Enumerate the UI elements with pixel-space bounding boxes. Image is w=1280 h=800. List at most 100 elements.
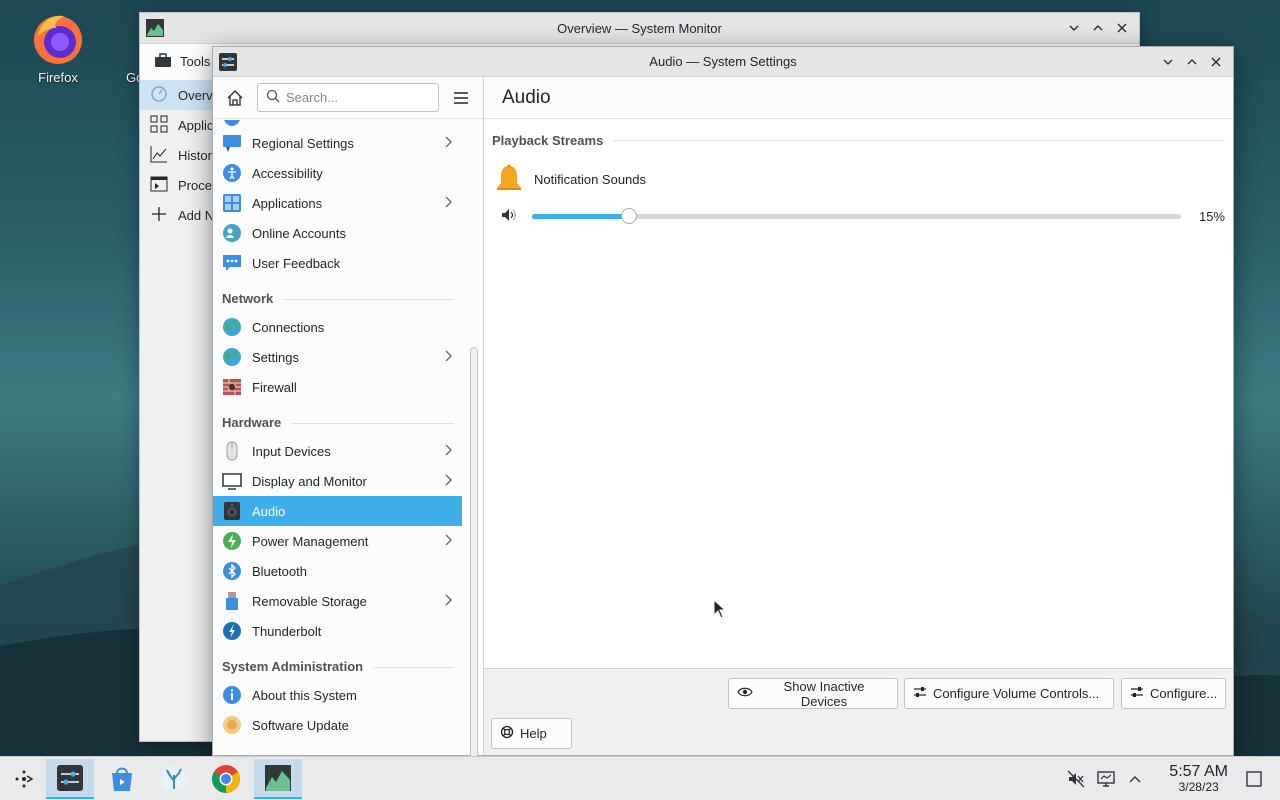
nav-item-user-feedback[interactable]: User Feedback xyxy=(213,248,462,278)
nav-item-label: Power Management xyxy=(252,533,369,549)
nav-item-connections[interactable]: Connections xyxy=(213,312,462,342)
task-system-monitor[interactable] xyxy=(254,759,302,799)
desktop-icon-label: Go xyxy=(126,70,140,85)
task-chrome[interactable] xyxy=(202,759,250,799)
group-title: Playback Streams xyxy=(492,133,604,148)
bluetooth-icon xyxy=(222,561,242,581)
sidebar-scrollbar[interactable] xyxy=(470,122,478,783)
desktop-icon-partial[interactable]: Go xyxy=(100,10,140,85)
speaker-icon xyxy=(502,208,516,221)
nav-item-power-management[interactable]: Power Management xyxy=(213,526,462,556)
slider-handle[interactable] xyxy=(621,208,638,224)
nav-item-firewall[interactable]: Firewall xyxy=(213,372,462,402)
settings-sidebar: Regional Settings Accessibility Applicat… xyxy=(213,77,484,783)
speaker-device-icon xyxy=(222,501,242,521)
sysmon-item-label: Processes xyxy=(178,177,214,193)
minimize-button[interactable] xyxy=(1065,19,1083,37)
search-input[interactable] xyxy=(286,90,426,105)
configure-volume-controls-button[interactable]: Configure Volume Controls... xyxy=(904,678,1114,709)
sysmon-item-applications[interactable]: Applications xyxy=(140,110,214,140)
chevron-right-icon xyxy=(444,444,452,459)
section-header: Hardware xyxy=(222,415,282,430)
system-settings-window[interactable]: Audio — System Settings Search... Region… xyxy=(212,46,1234,783)
nav-item-display-monitor[interactable]: Display and Monitor xyxy=(213,466,462,496)
show-inactive-devices-button[interactable]: Show Inactive Devices xyxy=(728,678,898,709)
nav-item-online-accounts[interactable]: Online Accounts xyxy=(213,218,462,248)
nav-item-network-settings[interactable]: Settings xyxy=(213,342,462,372)
nav-item-applications[interactable]: Applications xyxy=(213,188,462,218)
nav-item-label: Display and Monitor xyxy=(252,473,367,489)
button-label: Show Inactive Devices xyxy=(783,678,865,709)
settings-main: Audio Playback Streams Notification Soun… xyxy=(484,77,1233,755)
nav-item-regional-settings[interactable]: Regional Settings xyxy=(213,128,462,158)
chevron-right-icon xyxy=(444,196,452,211)
system-settings-titlebar[interactable]: Audio — System Settings xyxy=(213,47,1233,77)
firewall-icon xyxy=(222,377,242,397)
nav-item-label: Bluetooth xyxy=(252,563,307,579)
help-button[interactable]: Help xyxy=(491,718,572,749)
maximize-button[interactable] xyxy=(1183,53,1201,71)
task-app-coral[interactable] xyxy=(150,759,198,799)
volume-percent: 15% xyxy=(1198,208,1225,224)
system-settings-icon xyxy=(57,765,83,791)
search-field[interactable] xyxy=(257,83,439,112)
eye-icon xyxy=(737,686,753,701)
volume-slider[interactable] xyxy=(532,205,1181,227)
nav-section-hardware: Hardware xyxy=(213,402,462,436)
application-launcher-button[interactable] xyxy=(0,759,48,799)
online-accounts-icon xyxy=(222,223,242,243)
stream-name: Notification Sounds xyxy=(534,172,647,187)
home-button[interactable] xyxy=(221,84,249,112)
chevron-right-icon xyxy=(444,594,452,609)
show-hidden-icons-button[interactable] xyxy=(1124,757,1146,800)
nav-item-label: Connections xyxy=(252,319,325,335)
sliders-icon xyxy=(913,685,927,702)
sysmon-item-history[interactable]: History xyxy=(140,140,214,170)
speaker-mute-toggle[interactable] xyxy=(500,206,518,227)
playback-streams-header: Playback Streams xyxy=(492,133,1225,148)
close-button[interactable] xyxy=(1113,19,1131,37)
system-monitor-titlebar[interactable]: Overview — System Monitor xyxy=(140,13,1139,44)
thunderbolt-icon xyxy=(222,621,242,641)
show-desktop-icon xyxy=(1246,771,1262,787)
sysmon-item-overview[interactable]: Overview xyxy=(140,80,214,110)
nav-item-label: Regional Settings xyxy=(252,135,354,151)
digital-clock[interactable]: 5:57 AM 3/28/23 xyxy=(1169,763,1228,793)
task-discover[interactable] xyxy=(98,759,146,799)
nav-item-bluetooth[interactable]: Bluetooth xyxy=(213,556,462,586)
chrome-icon xyxy=(212,765,240,793)
nav-item-label: User Feedback xyxy=(252,255,341,271)
clock-time: 5:57 AM xyxy=(1169,763,1228,780)
scrollbar-thumb[interactable] xyxy=(470,347,478,783)
volume-muted-tray-button[interactable] xyxy=(1064,757,1088,800)
desktop-icon-firefox[interactable]: Firefox xyxy=(18,10,98,85)
chevron-right-icon xyxy=(444,474,452,489)
plus-icon xyxy=(150,205,168,226)
hamburger-menu-button[interactable] xyxy=(447,84,475,112)
minimize-button[interactable] xyxy=(1159,53,1177,71)
bell-icon xyxy=(494,163,524,196)
nav-item-audio[interactable]: Audio xyxy=(213,496,462,526)
sysmon-item-processes[interactable]: Processes xyxy=(140,170,214,200)
nav-item-about-system[interactable]: About this System xyxy=(213,680,462,710)
task-system-settings[interactable] xyxy=(46,759,94,799)
window-title: Overview — System Monitor xyxy=(557,20,722,36)
nav-item-thunderbolt[interactable]: Thunderbolt xyxy=(213,616,462,646)
toolbox-icon xyxy=(154,52,172,71)
chart-icon xyxy=(150,145,168,166)
nav-item-input-devices[interactable]: Input Devices xyxy=(213,436,462,466)
show-desktop-button[interactable] xyxy=(1242,757,1266,800)
nav-item-accessibility[interactable]: Accessibility xyxy=(213,158,462,188)
taskbar: 5:57 AM 3/28/23 xyxy=(0,756,1280,800)
network-tray-button[interactable] xyxy=(1094,757,1118,800)
close-button[interactable] xyxy=(1207,53,1225,71)
configure-button[interactable]: Configure... xyxy=(1121,678,1226,709)
usb-drive-icon xyxy=(222,591,242,611)
button-label: Help xyxy=(520,726,547,741)
nav-item-software-update[interactable]: Software Update xyxy=(213,710,462,740)
maximize-button[interactable] xyxy=(1089,19,1107,37)
nav-item-removable-storage[interactable]: Removable Storage xyxy=(213,586,462,616)
system-monitor-icon xyxy=(265,765,291,791)
accessibility-icon xyxy=(222,163,242,183)
sysmon-item-add-page[interactable]: Add New Page xyxy=(140,200,214,230)
